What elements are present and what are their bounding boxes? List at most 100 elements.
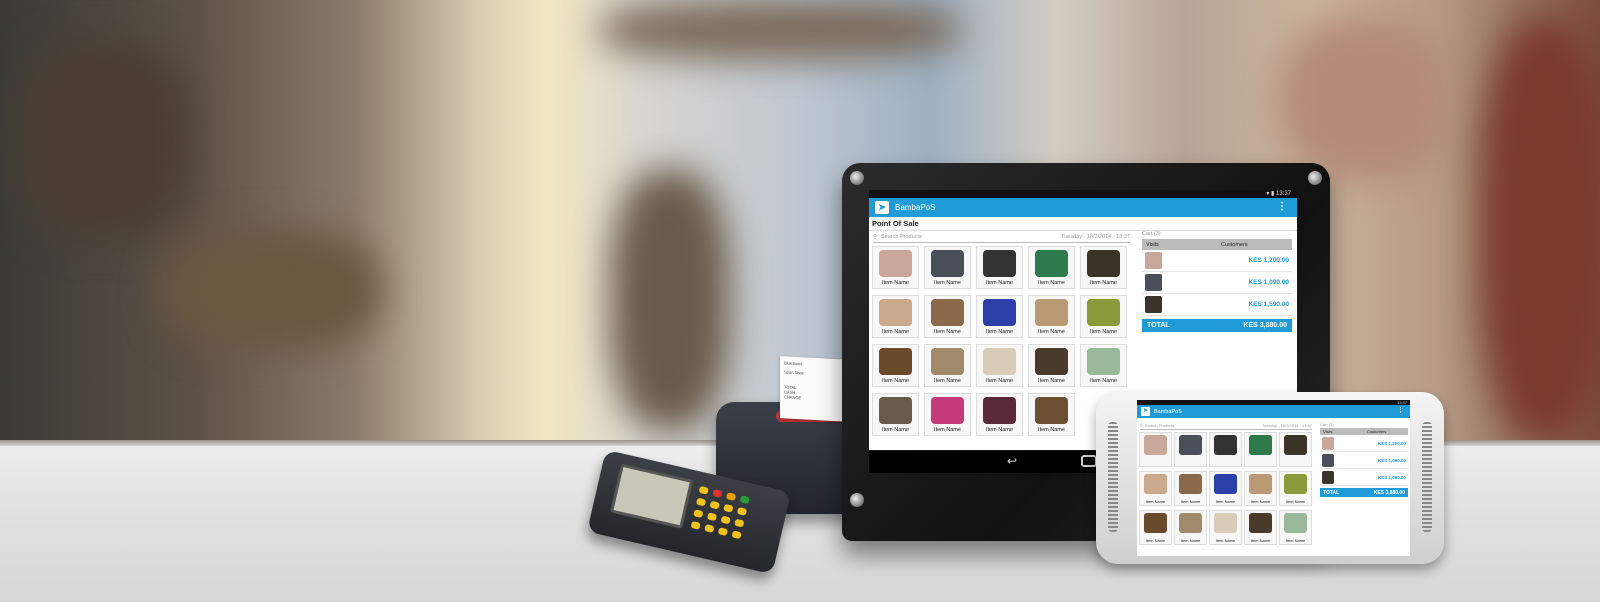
- cart-item-thumbnail: [1145, 252, 1162, 269]
- product-tile[interactable]: Item Name: [872, 393, 919, 436]
- wall-blur: [1480, 20, 1600, 440]
- cart-item-thumbnail: [1322, 436, 1334, 450]
- product-image: [1249, 474, 1272, 494]
- picture-frame-blur: [1280, 20, 1450, 180]
- product-tile[interactable]: Item Name: [1080, 295, 1127, 338]
- product-image: [1214, 474, 1237, 494]
- product-tile[interactable]: Item Name: [1244, 471, 1277, 506]
- search-input[interactable]: Search Products: [1145, 423, 1175, 428]
- bolt-icon: [850, 171, 864, 185]
- app-logo-icon[interactable]: ➤: [875, 201, 889, 214]
- product-label: Item Name: [986, 378, 1013, 384]
- product-tile[interactable]: Item Name: [1209, 471, 1242, 506]
- tab-customers[interactable]: Customers: [1217, 242, 1292, 248]
- cart-item-amount: KES 1,200.00: [1248, 257, 1289, 264]
- product-image: [931, 397, 964, 424]
- product-tile[interactable]: Item Name: [872, 246, 919, 289]
- product-tile[interactable]: [1244, 432, 1277, 467]
- cart-title: Cart (3): [1142, 231, 1161, 237]
- keypad-key: [731, 530, 742, 540]
- product-tile[interactable]: Item Name: [976, 246, 1023, 289]
- product-label: Item Name: [882, 280, 909, 286]
- cart-row[interactable]: KES 1,590.00: [1142, 294, 1292, 316]
- product-tile[interactable]: Item Name: [1028, 295, 1075, 338]
- product-tile[interactable]: Item Name: [924, 393, 971, 436]
- product-label: Item Name: [986, 427, 1013, 433]
- product-tile[interactable]: Item Name: [1139, 510, 1172, 545]
- cart-row[interactable]: KES 1,090.00: [1320, 452, 1408, 469]
- product-image: [983, 397, 1016, 424]
- product-tile[interactable]: Item Name: [1174, 471, 1207, 506]
- keypad-key: [725, 492, 737, 501]
- product-label: Item Name: [934, 280, 961, 286]
- product-tile[interactable]: Item Name: [976, 295, 1023, 338]
- product-tile[interactable]: Item Name: [872, 295, 919, 338]
- home-icon[interactable]: [1081, 455, 1097, 467]
- product-tile[interactable]: Item Name: [1209, 510, 1242, 545]
- overflow-menu-icon[interactable]: ⋮: [1277, 201, 1287, 212]
- bolt-icon: [850, 493, 864, 507]
- keypad-key: [693, 509, 704, 519]
- product-tile[interactable]: Item Name: [1279, 510, 1312, 545]
- overflow-menu-icon[interactable]: ⋮: [1397, 406, 1404, 414]
- product-tile[interactable]: Item Name: [976, 344, 1023, 387]
- product-tile[interactable]: [1174, 432, 1207, 467]
- product-grid: Item Name Item Name Item Name Item Name Item…: [871, 245, 1133, 441]
- product-tile[interactable]: Item Name: [1028, 344, 1075, 387]
- tab-visits[interactable]: Visits: [1320, 429, 1364, 434]
- product-image: [879, 299, 912, 326]
- cart-total: TOTAL KES 3,880.00: [1320, 488, 1408, 497]
- search-icon: ⚲: [873, 233, 878, 240]
- search-bar[interactable]: ⚲ Search Products Tuesday - 18/2/2014 - …: [873, 231, 1130, 243]
- app-bar: ➤ BambaPoS ⋮: [1137, 405, 1410, 418]
- product-image: [1087, 250, 1120, 277]
- product-tile[interactable]: Item Name: [924, 295, 971, 338]
- product-label: Item Name: [1285, 499, 1306, 504]
- product-tile[interactable]: Item Name: [924, 246, 971, 289]
- product-label: Item Name: [882, 427, 909, 433]
- shelf-blur: [10, 40, 190, 240]
- product-tile[interactable]: Item Name: [1080, 344, 1127, 387]
- tab-customers[interactable]: Customers: [1364, 429, 1408, 434]
- product-tile[interactable]: Item Name: [1028, 393, 1075, 436]
- product-tile[interactable]: [1209, 432, 1242, 467]
- total-value: KES 3,880.00: [1373, 489, 1405, 496]
- app-name: BambaPoS: [1154, 408, 1182, 415]
- product-image: [1144, 435, 1167, 455]
- back-icon[interactable]: ↩: [1007, 454, 1017, 468]
- product-image: [1087, 299, 1120, 326]
- product-tile[interactable]: Item Name: [976, 393, 1023, 436]
- product-tile[interactable]: Item Name: [1028, 246, 1075, 289]
- cart-panel: Cart (3) Visits Customers KES 1,200.00 KE…: [1142, 231, 1292, 332]
- product-label: Item Name: [1215, 499, 1236, 504]
- product-label: Item Name: [934, 427, 961, 433]
- product-tile[interactable]: Item Name: [1080, 246, 1127, 289]
- product-tile[interactable]: Item Name: [924, 344, 971, 387]
- product-tile[interactable]: Item Name: [1279, 471, 1312, 506]
- search-input[interactable]: Search Products: [881, 234, 922, 240]
- product-tile[interactable]: [1279, 432, 1312, 467]
- product-label: Item Name: [986, 329, 1013, 335]
- product-tile[interactable]: [1139, 432, 1172, 467]
- cart-panel: Cart (3) Visits Customers KES 1,200.00 KE…: [1320, 422, 1408, 497]
- product-label: Item Name: [1215, 538, 1236, 543]
- cart-row[interactable]: KES 1,200.00: [1142, 250, 1292, 272]
- product-label: Item Name: [882, 378, 909, 384]
- product-tile[interactable]: Item Name: [1244, 510, 1277, 545]
- product-label: Item Name: [1038, 378, 1065, 384]
- keypad-key: [717, 527, 729, 537]
- cart-row[interactable]: KES 1,090.00: [1142, 272, 1292, 294]
- product-image: [1284, 513, 1307, 533]
- product-tile[interactable]: Item Name: [872, 344, 919, 387]
- tab-visits[interactable]: Visits: [1142, 242, 1217, 248]
- search-bar[interactable]: ⚲ Search Products Tuesday - 18/2/2014 - …: [1140, 422, 1312, 430]
- product-image: [1144, 513, 1167, 533]
- product-label: Item Name: [1250, 499, 1271, 504]
- cart-row[interactable]: KES 1,200.00: [1320, 435, 1408, 452]
- app-logo-icon[interactable]: ➤: [1141, 407, 1150, 416]
- cart-row[interactable]: KES 1,090.00: [1320, 469, 1408, 486]
- product-tile[interactable]: Item Name: [1174, 510, 1207, 545]
- total-label: TOTAL: [1323, 489, 1340, 496]
- cart-total: TOTAL KES 3,880.00: [1142, 319, 1292, 332]
- product-tile[interactable]: Item Name: [1139, 471, 1172, 506]
